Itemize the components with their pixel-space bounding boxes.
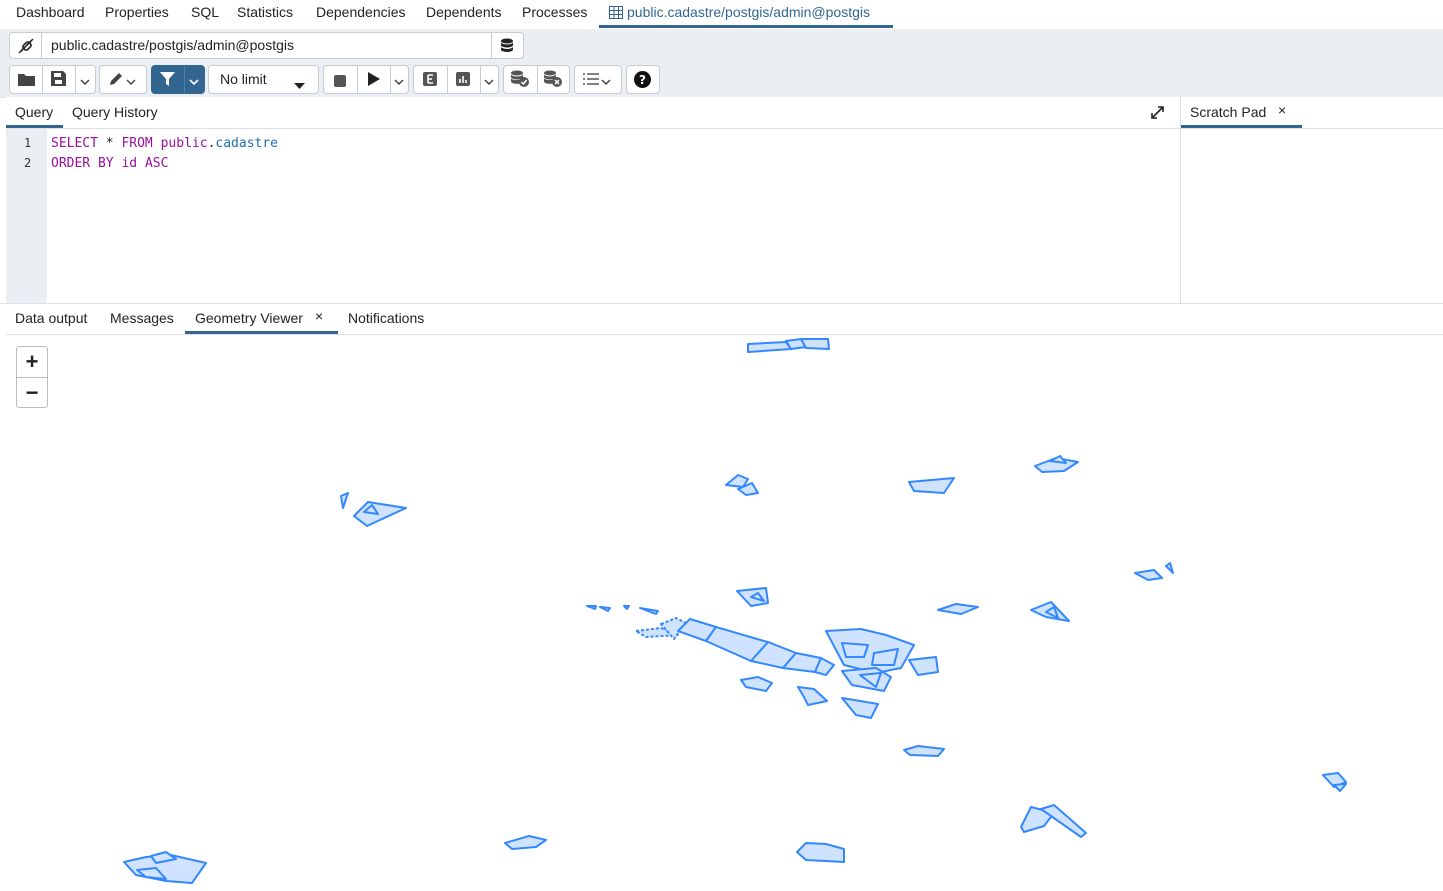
tab-query-history[interactable]: Query History (72, 104, 158, 120)
map-feature[interactable] (635, 617, 687, 640)
geometry-layer[interactable] (6, 335, 1443, 891)
map-feature[interactable] (841, 697, 879, 719)
map-feature[interactable] (740, 676, 773, 692)
tab-dashboard[interactable]: Dashboard (16, 4, 85, 20)
sql-operator: * (97, 136, 122, 151)
database-icon[interactable] (500, 38, 514, 57)
main-tab-bar: Dashboard Properties SQL Statistics Depe… (0, 0, 1443, 30)
sql-space (137, 156, 145, 171)
tab-statistics[interactable]: Statistics (237, 4, 293, 20)
table-icon (609, 6, 623, 22)
tab-query[interactable]: Query (15, 104, 53, 120)
maximize-icon[interactable] (1150, 105, 1165, 123)
chevron-down-icon[interactable] (394, 73, 404, 89)
code-line[interactable]: ORDER BY id ASC (51, 156, 168, 171)
explain-analyze-icon[interactable] (456, 72, 470, 89)
close-icon[interactable]: × (1278, 102, 1286, 118)
active-tab-indicator (1181, 125, 1302, 128)
sql-keyword: SELECT (51, 136, 98, 151)
list-icon (583, 72, 599, 89)
save-file-icon[interactable] (51, 71, 66, 89)
divider (41, 33, 42, 58)
stop-icon[interactable] (334, 74, 346, 90)
sql-schema: public (160, 136, 208, 151)
map-feature[interactable] (1020, 804, 1087, 838)
sql-column: id (121, 156, 138, 171)
divider (1181, 128, 1443, 129)
sql-table: cadastre (215, 136, 279, 151)
tab-dependencies[interactable]: Dependencies (316, 4, 406, 20)
divider (0, 303, 1443, 304)
map-feature[interactable] (825, 628, 939, 676)
open-file-icon[interactable] (18, 72, 35, 89)
play-icon[interactable] (368, 72, 380, 89)
chevron-down-icon[interactable] (80, 73, 90, 89)
commit-icon[interactable] (510, 70, 530, 91)
map-feature[interactable] (1134, 562, 1174, 581)
tab-dependents[interactable]: Dependents (426, 4, 502, 20)
map-feature[interactable] (903, 745, 945, 757)
tab-properties[interactable]: Properties (105, 4, 169, 20)
map-feature[interactable] (937, 603, 979, 615)
svg-text:?: ? (639, 73, 646, 87)
chevron-down-icon (601, 73, 611, 89)
divider (6, 128, 1180, 129)
chevron-down-icon (126, 73, 136, 89)
code-line[interactable]: SELECT * FROM public.cadastre (51, 136, 278, 151)
tab-query-tool[interactable]: public.cadastre/postgis/admin@postgis (627, 4, 870, 20)
explain-icon[interactable] (423, 72, 437, 89)
filter-icon (160, 72, 175, 89)
line-number: 2 (24, 156, 32, 170)
divider (491, 33, 492, 58)
line-number: 1 (24, 136, 32, 150)
tab-processes[interactable]: Processes (522, 4, 587, 20)
close-icon[interactable]: × (315, 308, 323, 324)
tab-notifications[interactable]: Notifications (348, 310, 424, 326)
tab-sql[interactable]: SQL (191, 4, 219, 20)
row-limit-value: No limit (220, 71, 267, 87)
geometry-map[interactable] (6, 335, 1443, 891)
map-feature[interactable] (725, 474, 759, 496)
tab-geometry-viewer[interactable]: Geometry Viewer (195, 310, 303, 326)
map-feature[interactable] (796, 842, 845, 863)
active-tab-indicator (6, 125, 63, 128)
map-feature[interactable] (586, 605, 659, 615)
connection-label: public.cadastre/postgis/admin@postgis (51, 37, 295, 53)
map-feature[interactable] (908, 477, 955, 494)
pencil-icon (108, 71, 124, 90)
tab-data-output[interactable]: Data output (15, 310, 87, 326)
map-feature[interactable] (797, 686, 828, 706)
map-feature[interactable] (841, 667, 892, 692)
zoom-control: + − (16, 346, 48, 408)
map-feature[interactable] (736, 587, 769, 607)
sql-space (153, 136, 161, 151)
sql-keyword: ORDER BY (51, 156, 114, 171)
tab-messages[interactable]: Messages (110, 310, 174, 326)
map-feature[interactable] (123, 851, 207, 884)
zoom-in-button[interactable]: + (17, 347, 47, 377)
chevron-down-icon[interactable] (189, 73, 199, 89)
caret-down-icon (294, 76, 305, 92)
map-feature[interactable] (747, 338, 830, 353)
rollback-icon[interactable] (543, 70, 563, 91)
tab-scratch-pad[interactable]: Scratch Pad (1190, 104, 1266, 120)
zoom-out-button[interactable]: − (17, 378, 47, 408)
map-feature[interactable] (1030, 601, 1070, 622)
sql-keyword: ASC (144, 156, 169, 171)
map-feature[interactable] (340, 492, 407, 527)
help-icon: ? (634, 71, 651, 91)
active-tab-indicator (599, 25, 893, 28)
chevron-down-icon[interactable] (484, 73, 494, 89)
map-feature[interactable] (1034, 455, 1079, 473)
map-feature[interactable] (504, 835, 547, 850)
sql-keyword: FROM (121, 136, 153, 151)
connection-status-icon[interactable] (17, 37, 35, 58)
map-feature[interactable] (1322, 772, 1347, 792)
map-feature[interactable] (677, 618, 835, 676)
active-tab-indicator (185, 331, 338, 334)
